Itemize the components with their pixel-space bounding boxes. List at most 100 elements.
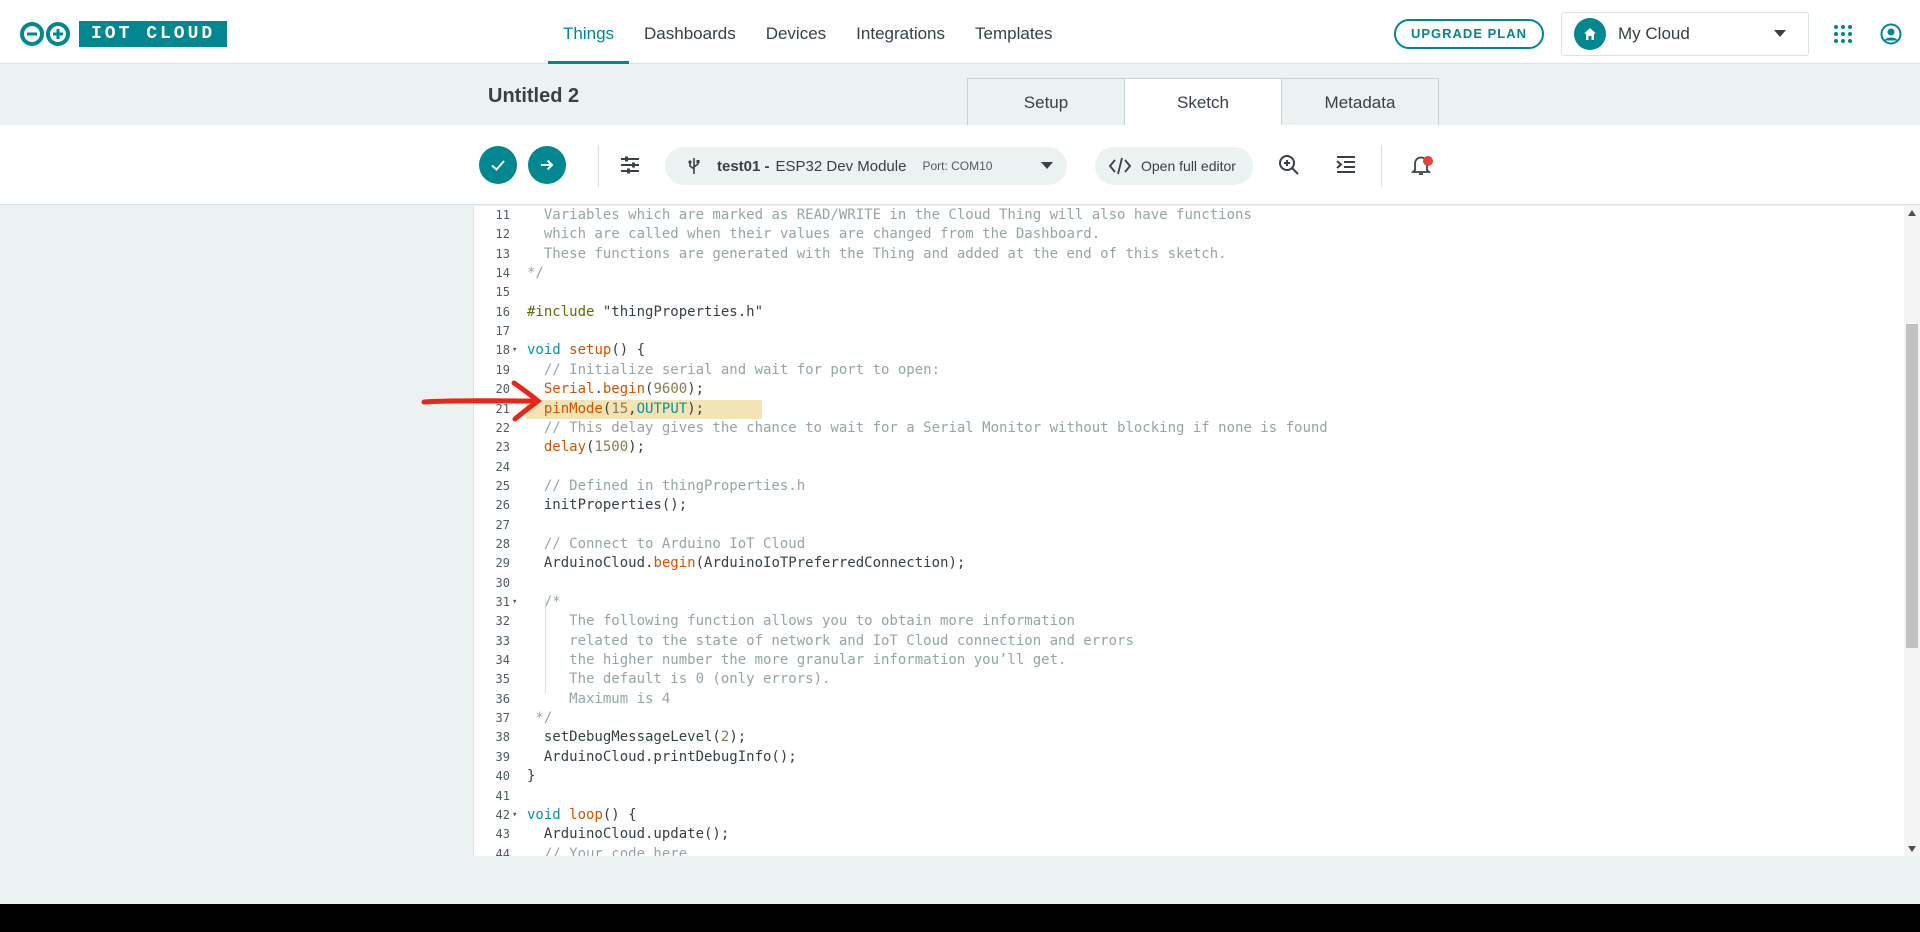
bottom-bar xyxy=(0,904,1920,932)
cloud-selector-label: My Cloud xyxy=(1618,24,1690,43)
apps-grid-icon[interactable] xyxy=(1833,24,1853,44)
code-text: void loop() { xyxy=(527,806,637,823)
line-number: 11 xyxy=(495,208,510,222)
thing-title[interactable]: Untitled 2 xyxy=(488,85,579,108)
nav-templates[interactable]: Templates xyxy=(960,0,1067,64)
code-line[interactable]: 31 ▾ /* xyxy=(474,593,1904,612)
line-number: 18 xyxy=(495,343,510,358)
toolbar-divider xyxy=(1381,145,1382,187)
sliders-icon[interactable] xyxy=(618,153,642,177)
usb-icon xyxy=(688,158,700,174)
code-line[interactable]: 22 // This delay gives the chance to wai… xyxy=(474,419,1904,438)
nav-integrations[interactable]: Integrations xyxy=(841,0,960,64)
code-line[interactable]: 33 related to the state of network and I… xyxy=(474,632,1904,651)
nav-dashboards[interactable]: Dashboards xyxy=(629,0,751,64)
indent-icon[interactable] xyxy=(1334,153,1358,177)
code-line[interactable]: 26 initProperties(); xyxy=(474,496,1904,515)
code-line[interactable]: 38 setDebugMessageLevel(2); xyxy=(474,728,1904,747)
code-line[interactable]: 14 */ xyxy=(474,264,1904,283)
tab-metadata[interactable]: Metadata xyxy=(1281,78,1439,125)
line-number: 12 xyxy=(495,227,510,242)
code-line[interactable]: 20 Serial.begin(9600); xyxy=(474,380,1904,399)
code-line[interactable]: 13 These functions are generated with th… xyxy=(474,245,1904,264)
code-text: The following function allows you to obt… xyxy=(527,613,1075,630)
tab-sketch[interactable]: Sketch xyxy=(1124,78,1282,125)
code-line[interactable]: 40} xyxy=(474,767,1904,786)
scrollbar-thumb[interactable] xyxy=(1906,324,1918,648)
code-line[interactable]: 23 delay(1500); xyxy=(474,438,1904,457)
line-number: 41 xyxy=(495,788,510,803)
code-line[interactable]: 21 pinMode(15,OUTPUT); xyxy=(474,399,1904,419)
chevron-down-icon xyxy=(1774,30,1786,37)
chevron-down-icon xyxy=(1041,162,1053,169)
code-line[interactable]: 35 The default is 0 (only errors). xyxy=(474,670,1904,689)
code-line[interactable]: 39 ArduinoCloud.printDebugInfo(); xyxy=(474,748,1904,767)
nav-devices[interactable]: Devices xyxy=(751,0,841,64)
code-line[interactable]: 28 // Connect to Arduino IoT Cloud xyxy=(474,535,1904,554)
code-line[interactable]: 41 xyxy=(474,787,1904,806)
code-line[interactable]: 37 */ xyxy=(474,709,1904,728)
code-text: ArduinoCloud.printDebugInfo(); xyxy=(527,748,797,765)
code-text: ArduinoCloud.update(); xyxy=(527,826,730,843)
code-line[interactable]: 18 ▾ void setup() { xyxy=(474,341,1904,360)
line-number: 25 xyxy=(495,478,510,493)
verify-button[interactable] xyxy=(479,146,517,184)
line-number: 26 xyxy=(495,498,510,513)
arduino-logo[interactable]: IOT CLOUD xyxy=(19,21,228,47)
code-text: // This delay gives the chance to wait f… xyxy=(543,419,1328,436)
code-line[interactable]: 25 // Defined in thingProperties.h xyxy=(474,477,1904,496)
code-text: Variables which are marked as READ/WRITE… xyxy=(527,207,1252,223)
open-full-editor-button[interactable]: Open full editor xyxy=(1095,147,1253,185)
code-text: ArduinoCloud.begin(ArduinoIoTPreferredCo… xyxy=(527,555,966,572)
line-number: 24 xyxy=(495,459,510,474)
code-line[interactable]: 43 ArduinoCloud.update(); xyxy=(474,825,1904,844)
code-line[interactable]: 30 xyxy=(474,574,1904,593)
code-line[interactable]: 15 xyxy=(474,283,1904,302)
line-number: 16 xyxy=(495,304,510,319)
scroll-down-icon[interactable] xyxy=(1908,846,1916,852)
page-footer xyxy=(0,856,1920,904)
code-line[interactable]: 44 // Your code here xyxy=(474,845,1904,856)
line-number: 30 xyxy=(495,575,510,590)
cloud-selector[interactable]: My Cloud xyxy=(1561,12,1809,56)
scroll-up-icon[interactable] xyxy=(1908,210,1916,216)
code-text: // Connect to Arduino IoT Cloud xyxy=(543,535,806,552)
thing-header: Untitled 2 Setup Sketch Metadata xyxy=(0,65,1920,125)
line-number: 34 xyxy=(495,653,510,668)
code-line[interactable]: 34 the higher number the more granular i… xyxy=(474,651,1904,670)
upload-button[interactable] xyxy=(528,146,566,184)
code-line[interactable]: 16 #include "thingProperties.h" xyxy=(474,303,1904,322)
line-number: 17 xyxy=(495,324,510,339)
code-text: initProperties(); xyxy=(527,497,688,514)
tab-setup[interactable]: Setup xyxy=(967,78,1125,125)
code-line[interactable]: 11 Variables which are marked as READ/WR… xyxy=(474,206,1904,225)
code-text: // Defined in thingProperties.h xyxy=(543,477,806,494)
upgrade-plan-button[interactable]: UPGRADE PLAN xyxy=(1394,19,1544,49)
code-line[interactable]: 42 ▾ void loop() { xyxy=(474,806,1904,825)
code-line[interactable]: 27 xyxy=(474,516,1904,535)
vertical-scrollbar[interactable] xyxy=(1904,206,1920,856)
fold-toggle-icon[interactable]: ▾ xyxy=(512,341,517,360)
search-icon[interactable] xyxy=(1277,153,1301,177)
code-line[interactable]: 36 Maximum is 4 xyxy=(474,690,1904,709)
board-selector[interactable]: test01 - ESP32 Dev Module Port: COM10 xyxy=(665,147,1067,185)
line-number: 13 xyxy=(495,246,510,261)
code-line[interactable]: 32 The following function allows you to … xyxy=(474,612,1904,631)
fold-toggle-icon[interactable]: ▾ xyxy=(512,593,517,612)
code-text: // Initialize serial and wait for port t… xyxy=(543,361,941,378)
line-number: 20 xyxy=(495,382,510,397)
code-line[interactable]: 17 xyxy=(474,322,1904,341)
code-text: Serial.begin(9600); xyxy=(543,381,705,398)
thing-tabs: Setup Sketch Metadata xyxy=(967,78,1439,125)
line-number: 14 xyxy=(495,266,510,281)
code-line[interactable]: 24 xyxy=(474,458,1904,477)
line-number: 33 xyxy=(495,633,510,648)
code-text: which are called when their values are c… xyxy=(527,226,1101,243)
code-line[interactable]: 29 ArduinoCloud.begin(ArduinoIoTPreferre… xyxy=(474,554,1904,573)
code-editor[interactable]: 11 Variables which are marked as READ/WR… xyxy=(473,206,1920,856)
code-line[interactable]: 12 which are called when their values ar… xyxy=(474,225,1904,244)
fold-toggle-icon[interactable]: ▾ xyxy=(512,806,517,825)
user-account-icon[interactable] xyxy=(1880,23,1902,45)
nav-things[interactable]: Things xyxy=(548,0,630,64)
code-line[interactable]: 19 // Initialize serial and wait for por… xyxy=(474,361,1904,380)
